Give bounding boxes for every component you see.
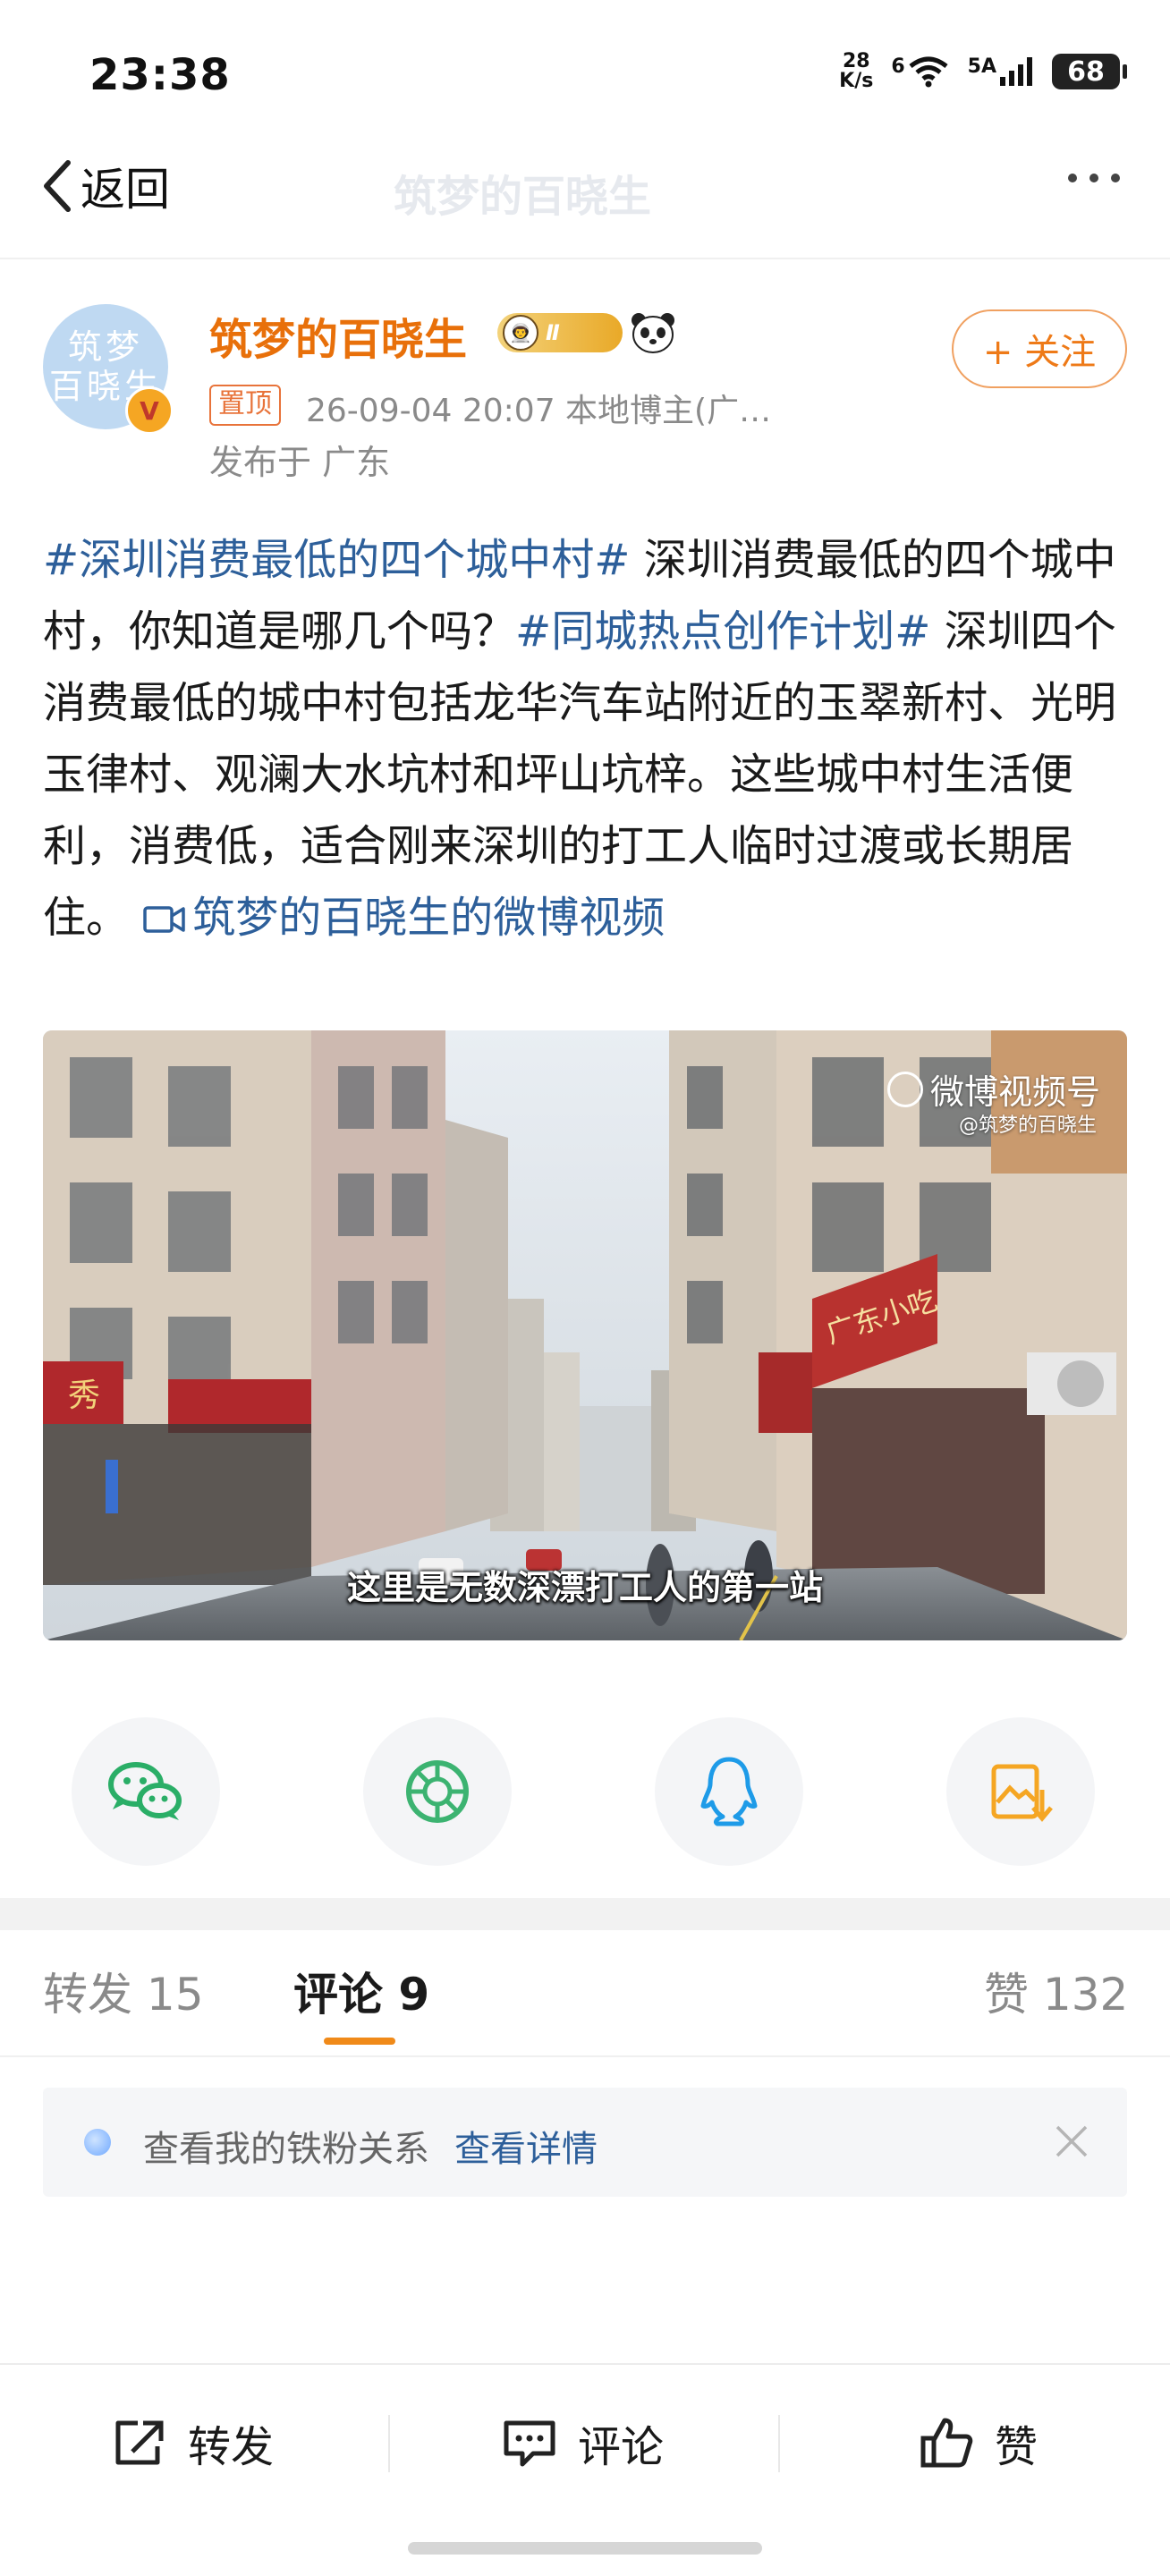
follow-button[interactable]: + 关注 xyxy=(952,309,1127,388)
video-watermark: 微博视频号 xyxy=(886,1064,1100,1114)
thumbs-up-icon xyxy=(920,2418,973,2468)
video-player[interactable]: 秀 广东小吃 微博视频号 @筑梦的百晓生 这里是无数深漂打工人的第一站 xyxy=(43,1030,1127,1640)
shop-sign-left: 秀 xyxy=(68,1377,100,1414)
verified-badge-icon: V xyxy=(125,386,174,435)
hashtag-link[interactable]: #同城热点创作计划# xyxy=(515,606,930,657)
repost-button[interactable]: 转发 xyxy=(111,2411,274,2474)
tab-comment-label: 评论 xyxy=(293,1969,383,2021)
nav-divider xyxy=(0,258,1170,259)
battery-icon: 68 xyxy=(1052,54,1127,89)
fan-relation-link[interactable]: 查看详情 xyxy=(454,2120,598,2172)
network-speed-unit: K/s xyxy=(839,70,874,92)
tab-like-count: 132 xyxy=(1042,1969,1129,2021)
status-time: 23:38 xyxy=(89,50,231,100)
cell-signal-icon: 5A xyxy=(968,55,1034,88)
fan-badge-icon xyxy=(84,2129,111,2156)
bottom-separator xyxy=(778,2415,780,2472)
tab-repost[interactable]: 转发 15 xyxy=(43,1959,204,2023)
like-label: 赞 xyxy=(995,2422,1039,2472)
home-indicator[interactable] xyxy=(408,2542,762,2555)
tab-divider xyxy=(0,2055,1170,2057)
like-button[interactable]: 赞 xyxy=(918,2411,1038,2474)
active-tab-indicator xyxy=(324,2038,395,2045)
tab-like[interactable]: 赞 132 xyxy=(984,1959,1128,2023)
more-options-button[interactable] xyxy=(1068,174,1120,182)
section-separator xyxy=(0,1898,1170,1930)
comment-label: 评论 xyxy=(578,2422,665,2472)
wifi-label: 6 xyxy=(891,55,905,78)
save-image-icon xyxy=(991,1764,1053,1822)
tab-repost-count: 15 xyxy=(146,1969,204,2021)
pinned-badge: 置顶 xyxy=(209,385,281,426)
nav-title: 筑梦的百晓生 xyxy=(394,172,652,222)
back-button[interactable]: 返回 xyxy=(39,154,170,218)
avatar-line-1: 筑梦 xyxy=(67,327,143,367)
share-arrow-icon xyxy=(115,2420,164,2465)
video-camera-icon xyxy=(143,906,186,933)
tab-repost-label: 转发 xyxy=(43,1969,132,2021)
hashtag-link[interactable]: #深圳消费最低的四个城中村# xyxy=(43,535,630,585)
bottom-bar-divider xyxy=(0,2363,1170,2365)
comment-icon xyxy=(504,2420,555,2467)
tab-comment[interactable]: 评论 9 xyxy=(293,1959,429,2023)
video-subtitle: 这里是无数深漂打工人的第一站 xyxy=(346,1568,823,1607)
moments-icon xyxy=(406,1760,469,1823)
tab-like-label: 赞 xyxy=(984,1969,1029,2021)
video-link-text: 筑梦的百晓生的微博视频 xyxy=(192,893,666,943)
status-indicators: 28 K/s 6 5A 68 xyxy=(839,52,1127,91)
level-text: Ⅱ xyxy=(546,320,560,345)
share-wechat-button[interactable] xyxy=(72,1717,220,1866)
astronaut-icon: 👨‍🚀 xyxy=(503,315,538,351)
share-moments-button[interactable] xyxy=(363,1717,512,1866)
post-body: #深圳消费最低的四个城中村# 深圳消费最低的四个城中村，你知道是哪几个吗？#同城… xyxy=(43,524,1131,953)
signal-label: 5A xyxy=(967,55,996,78)
video-watermark-sub: @筑梦的百晓生 xyxy=(958,1114,1097,1137)
level-badge-icon: 👨‍🚀 Ⅱ xyxy=(497,313,623,352)
weibo-video-icon xyxy=(886,1072,923,1107)
post-meta: 26-09-04 20:07 本地博主(广… xyxy=(306,393,772,429)
comment-button[interactable]: 评论 xyxy=(501,2411,664,2474)
chevron-left-icon xyxy=(44,160,71,212)
save-image-button[interactable] xyxy=(946,1717,1095,1866)
qq-icon xyxy=(700,1757,758,1826)
wifi-icon: 6 xyxy=(891,55,949,88)
post-location: 发布于 广东 xyxy=(209,443,391,482)
tab-comment-count: 9 xyxy=(398,1969,430,2021)
video-watermark-label: 微博视频号 xyxy=(929,1072,1100,1112)
wechat-icon xyxy=(108,1762,182,1820)
share-qq-button[interactable] xyxy=(655,1717,803,1866)
network-speed: 28 K/s xyxy=(839,52,873,91)
close-icon[interactable] xyxy=(1052,2122,1091,2161)
network-speed-value: 28 xyxy=(842,50,870,72)
author-name[interactable]: 筑梦的百晓生 xyxy=(209,304,467,367)
video-link[interactable]: 筑梦的百晓生的微博视频 xyxy=(142,893,665,943)
bottom-separator xyxy=(388,2415,390,2472)
fan-relation-text: 查看我的铁粉关系 xyxy=(143,2129,429,2170)
back-label: 返回 xyxy=(81,164,170,216)
panda-icon xyxy=(632,313,674,353)
repost-label: 转发 xyxy=(188,2422,275,2472)
